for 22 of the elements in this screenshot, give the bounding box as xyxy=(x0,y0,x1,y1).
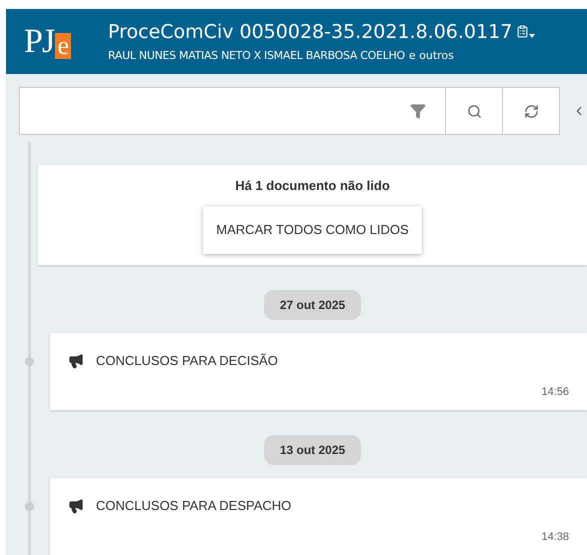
megaphone-icon xyxy=(68,498,84,514)
event-title: CONCLUSOS PARA DECISÃO xyxy=(96,352,278,370)
mark-all-read-button[interactable]: MARCAR TODOS COMO LIDOS xyxy=(203,206,422,254)
unread-message: Há 1 documento não lido xyxy=(235,177,390,195)
date-pill: 27 out 2025 xyxy=(264,290,362,320)
clipboard-icon xyxy=(516,25,530,38)
clipboard-button[interactable] xyxy=(516,25,536,38)
date-pill: 13 out 2025 xyxy=(264,435,362,465)
refresh-icon xyxy=(524,104,538,118)
event-time: 14:38 xyxy=(541,530,569,544)
event-title: CONCLUSOS PARA DESPACHO xyxy=(96,497,292,515)
event-card[interactable]: CONCLUSOS PARA DESPACHO 14:38 xyxy=(50,478,587,555)
others-text: e outros xyxy=(408,48,454,64)
caret-icon xyxy=(529,34,536,38)
filter-icon xyxy=(410,103,426,119)
pje-logo: PJe xyxy=(24,24,72,58)
event-time: 14:56 xyxy=(541,384,569,400)
event-card[interactable]: CONCLUSOS PARA DECISÃO 14:56 xyxy=(50,333,587,410)
process-title: ProceComCiv 0050028-35.2021.8.06.0117 xyxy=(108,20,512,44)
search-icon xyxy=(466,104,482,118)
megaphone-icon xyxy=(68,352,84,369)
parties-text: RAUL NUNES MATIAS NETO X ISMAEL BARBOSA COELHO xyxy=(108,48,405,64)
